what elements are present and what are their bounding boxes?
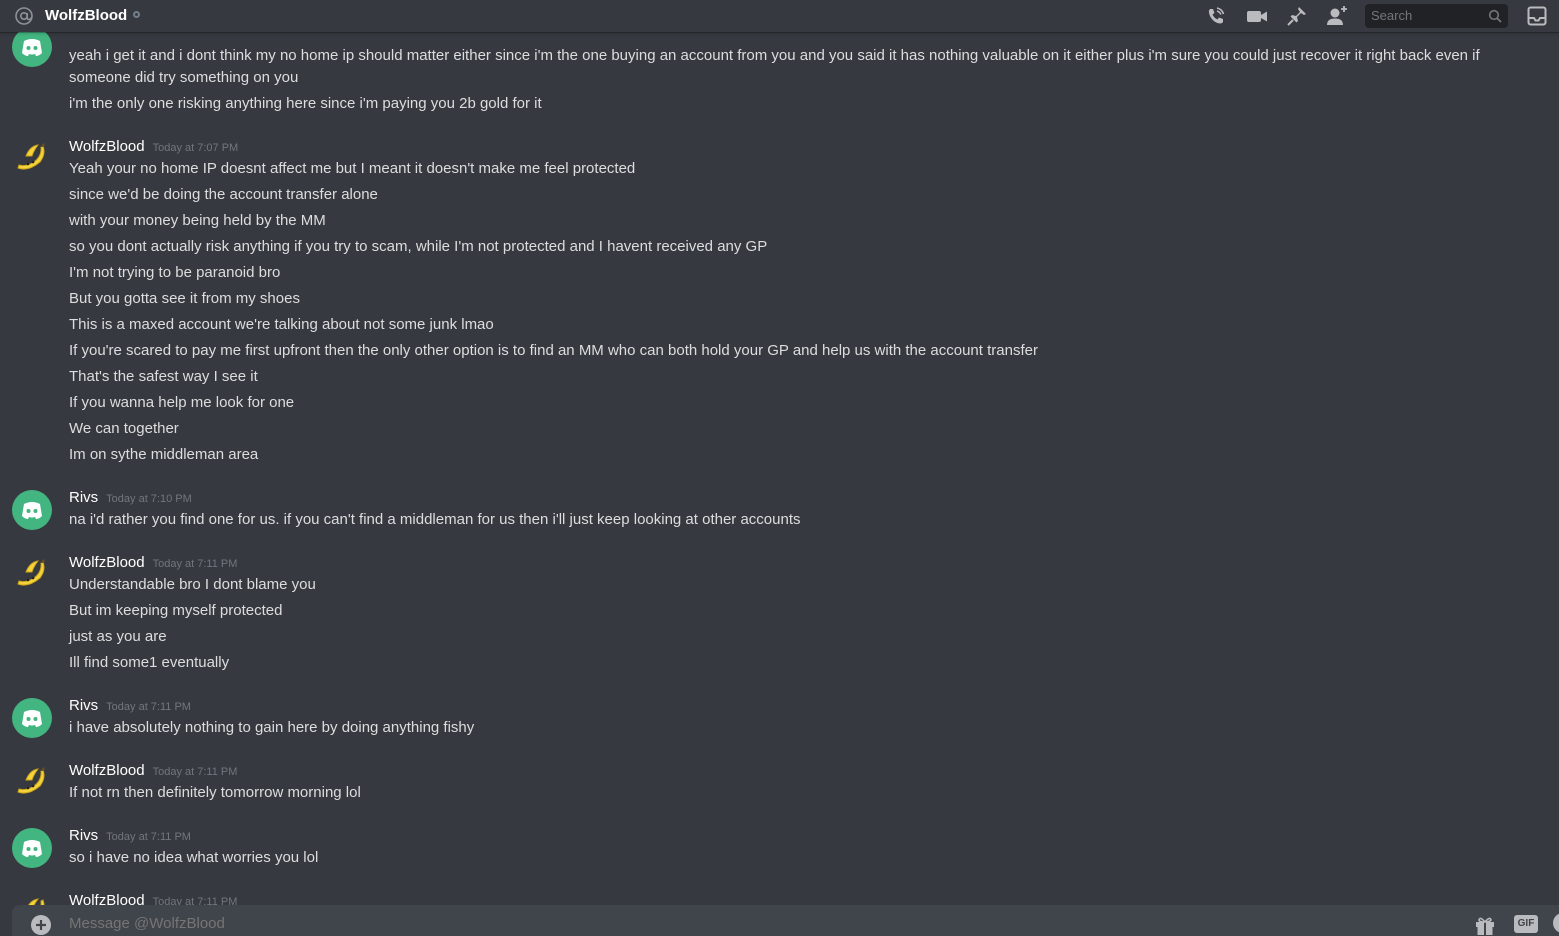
video-icon[interactable]: [1246, 5, 1268, 27]
avatar[interactable]: [12, 892, 52, 905]
avatar[interactable]: [12, 490, 52, 530]
avatar[interactable]: [12, 762, 52, 802]
message-author[interactable]: Rivs Today at 7:11 PM: [69, 697, 191, 716]
message-text: That's the safest way I see it: [69, 368, 258, 385]
author-name[interactable]: Rivs: [69, 489, 98, 506]
message-text: so i have no idea what worries you lol: [69, 849, 319, 866]
message-text: If you're scared to pay me first upfront…: [69, 342, 1038, 359]
author-name[interactable]: Rivs: [69, 827, 98, 844]
upload-plus-icon[interactable]: [30, 914, 52, 936]
avatar[interactable]: [12, 554, 52, 594]
channel-header: WolfzBlood Search: [0, 0, 1559, 32]
message-input[interactable]: [69, 915, 1369, 933]
message-text: But im keeping myself protected: [69, 602, 283, 619]
author-name[interactable]: Rivs: [69, 697, 98, 714]
message-timestamp: Today at 7:11 PM: [152, 766, 238, 778]
call-icon[interactable]: [1205, 5, 1227, 27]
message-author[interactable]: Rivs Today at 7:11 PM: [69, 827, 191, 846]
search-input[interactable]: Search: [1365, 4, 1508, 28]
message-text: just as you are: [69, 628, 167, 645]
message-text: since we'd be doing the account transfer…: [69, 186, 378, 203]
message-text: But you gotta see it from my shoes: [69, 290, 300, 307]
banana-icon: [28, 898, 45, 905]
avatar[interactable]: [12, 138, 52, 178]
message-text: Yeah your no home IP doesnt affect me bu…: [69, 160, 636, 177]
message-timestamp: Today at 7:11 PM: [152, 558, 238, 570]
pin-icon[interactable]: [1286, 5, 1308, 27]
status-indicator: [133, 11, 140, 18]
message-author[interactable]: WolfzBlood Today at 7:11 PM: [69, 892, 237, 905]
message-timestamp: Today at 7:11 PM: [152, 896, 238, 905]
message-text: Understandable bro I dont blame you: [69, 576, 316, 593]
banana-icon: [17, 559, 45, 586]
search-icon[interactable]: [1488, 9, 1502, 23]
author-name[interactable]: WolfzBlood: [69, 892, 145, 905]
message-text: Ill find some1 eventually: [69, 654, 230, 671]
message-timestamp: Today at 7:11 PM: [106, 831, 191, 843]
author-name[interactable]: WolfzBlood: [69, 138, 145, 155]
gift-icon[interactable]: [1474, 914, 1496, 936]
inbox-icon[interactable]: [1526, 5, 1548, 27]
message-text: so you dont actually risk anything if yo…: [69, 238, 768, 255]
discord-logo-icon: [22, 840, 42, 857]
message-text: If not rn then definitely tomorrow morni…: [69, 784, 361, 801]
message-author[interactable]: WolfzBlood Today at 7:11 PM: [69, 762, 237, 781]
at-icon: [15, 7, 33, 25]
message-text: If you wanna help me look for one: [69, 394, 295, 411]
discord-logo-icon: [22, 39, 42, 56]
message-text: with your money being held by the MM: [69, 212, 326, 229]
message-text: Im on sythe middleman area: [69, 446, 259, 463]
message-text: We can together: [69, 420, 179, 437]
message-text: i have absolutely nothing to gain here b…: [69, 719, 475, 736]
message-timestamp: Today at 7:11 PM: [106, 701, 191, 713]
discord-logo-icon: [22, 710, 42, 727]
discord-logo-icon: [22, 502, 42, 519]
emoji-icon[interactable]: [1553, 913, 1559, 933]
avatar[interactable]: [12, 698, 52, 738]
message-author[interactable]: Rivs Today at 7:10 PM: [69, 489, 192, 508]
composer-area: GIF: [0, 905, 1559, 936]
avatar[interactable]: [12, 828, 52, 868]
message-composer: GIF: [12, 905, 1559, 936]
message-text: I'm not trying to be paranoid bro: [69, 264, 281, 281]
author-name[interactable]: WolfzBlood: [69, 762, 145, 779]
message-text: na i'd rather you find one for us. if yo…: [69, 511, 801, 528]
avatar[interactable]: [12, 27, 52, 67]
add-friend-icon[interactable]: [1326, 5, 1348, 27]
author-name[interactable]: WolfzBlood: [69, 554, 145, 571]
gif-button[interactable]: GIF: [1514, 915, 1538, 933]
message-list[interactable]: yeah i get it and i dont think my no hom…: [0, 0, 1559, 905]
message-text: This is a maxed account we're talking ab…: [69, 316, 494, 333]
banana-icon: [17, 143, 45, 170]
message-timestamp: Today at 7:10 PM: [106, 493, 192, 505]
channel-title: WolfzBlood: [45, 7, 128, 24]
banana-icon: [17, 767, 45, 794]
message-author[interactable]: WolfzBlood Today at 7:07 PM: [69, 138, 238, 157]
message-timestamp: Today at 7:07 PM: [152, 142, 239, 154]
search-placeholder: Search: [1371, 8, 1413, 23]
message-text: i'm the only one risking anything here s…: [69, 95, 542, 112]
message-author[interactable]: WolfzBlood Today at 7:11 PM: [69, 554, 237, 573]
message-text: yeah i get it and i dont think my no hom…: [69, 47, 1480, 86]
